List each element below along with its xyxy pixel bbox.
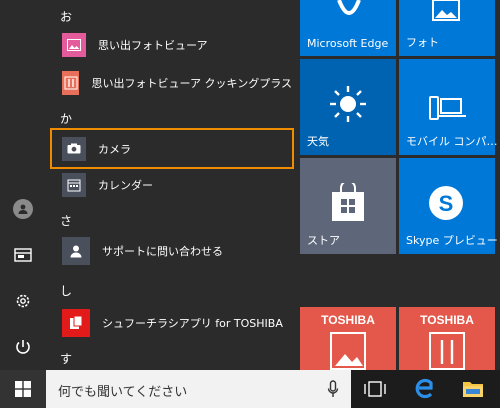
store-bag-icon — [330, 180, 366, 226]
tile-toshiba-1[interactable]: TOSHIBA — [300, 307, 396, 370]
app-item-photo-viewer-cooking[interactable]: 思い出フォトビューア クッキングプラス — [46, 64, 292, 102]
tile-label: 天気 — [307, 135, 329, 148]
file-explorer-icon — [14, 248, 32, 262]
skype-icon: S — [427, 184, 465, 225]
app-label: シュフーチラシアプリ for TOSHIBA — [102, 317, 283, 330]
app-label: サポートに問い合わせる — [102, 245, 223, 258]
section-header-ka[interactable]: か — [60, 110, 72, 127]
user-avatar-icon — [13, 199, 33, 219]
edge-taskbar-button[interactable] — [414, 377, 434, 403]
app-label: カメラ — [98, 142, 131, 156]
tile-label: モバイル コンパ… — [406, 135, 498, 148]
tile-label: ストア — [307, 234, 340, 247]
app-item-photo-viewer[interactable]: 思い出フォトビューア — [46, 26, 292, 64]
app-item-shufoo[interactable]: シュフーチラシアプリ for TOSHIBA — [46, 303, 292, 343]
cooking-plus-icon — [62, 71, 80, 95]
power-icon — [16, 340, 30, 354]
toshiba-cooking-app-icon — [429, 332, 465, 373]
calendar-icon — [62, 173, 86, 197]
app-item-calendar[interactable]: カレンダー — [46, 166, 292, 204]
tile-label: Microsoft Edge — [307, 37, 389, 50]
folder-icon — [463, 382, 483, 397]
tile-microsoft-edge[interactable]: Microsoft Edge — [300, 0, 396, 56]
sun-icon — [328, 84, 368, 127]
photo-viewer-icon — [62, 33, 86, 57]
edge-icon — [415, 378, 433, 399]
search-box[interactable]: 何でも聞いてください — [46, 370, 351, 408]
shufoo-icon — [62, 309, 90, 337]
section-header-su[interactable]: す — [60, 350, 72, 367]
toshiba-photo-app-icon — [330, 332, 366, 373]
section-header-sa[interactable]: さ — [60, 212, 72, 229]
settings-button[interactable] — [0, 278, 46, 324]
svg-text:S: S — [439, 191, 454, 216]
tile-skype[interactable]: S Skype プレビュー — [399, 158, 498, 254]
task-view-button[interactable] — [364, 380, 386, 402]
camera-icon — [62, 136, 86, 161]
tile-photos[interactable]: フォト — [399, 0, 495, 56]
taskbar: 何でも聞いてください — [0, 370, 500, 408]
power-button[interactable] — [0, 324, 46, 370]
section-header-o[interactable]: お — [60, 8, 72, 25]
windows-logo-icon — [15, 381, 31, 397]
tile-brand-label: TOSHIBA — [321, 313, 375, 327]
tile-brand-label: TOSHIBA — [420, 313, 474, 327]
tile-label: フォト — [406, 36, 439, 49]
user-account-button[interactable] — [0, 186, 46, 232]
tile-label: Skype プレビュー — [406, 234, 498, 247]
gear-icon — [16, 294, 30, 308]
edge-icon — [336, 0, 362, 23]
app-label: 思い出フォトビューア — [98, 39, 208, 52]
contact-support-icon — [62, 237, 90, 265]
section-header-shi[interactable]: し — [60, 282, 72, 299]
photos-icon — [432, 0, 460, 25]
app-item-contact-support[interactable]: サポートに問い合わせる — [46, 230, 292, 272]
file-explorer-taskbar-button[interactable] — [462, 378, 484, 402]
tile-weather[interactable]: 天気 — [300, 59, 396, 155]
app-label: 思い出フォトビューア クッキングプラス — [91, 77, 292, 90]
app-label: カレンダー — [98, 179, 153, 192]
microphone-icon[interactable] — [327, 380, 339, 402]
search-placeholder: 何でも聞いてください — [58, 385, 188, 400]
task-view-icon — [364, 381, 386, 397]
file-explorer-button[interactable] — [0, 232, 46, 278]
tile-store[interactable]: ストア — [300, 158, 396, 254]
app-item-camera[interactable]: カメラ — [50, 128, 294, 169]
tile-toshiba-2[interactable]: TOSHIBA — [399, 307, 495, 370]
start-button[interactable] — [0, 370, 46, 408]
app-list: お 思い出フォトビューア 思い出フォトビューア クッキングプラス か カメラ カ… — [46, 0, 296, 370]
laptop-phone-icon — [428, 96, 468, 125]
start-left-rail — [0, 0, 46, 370]
tile-mobile-companion[interactable]: モバイル コンパ… — [399, 59, 498, 155]
